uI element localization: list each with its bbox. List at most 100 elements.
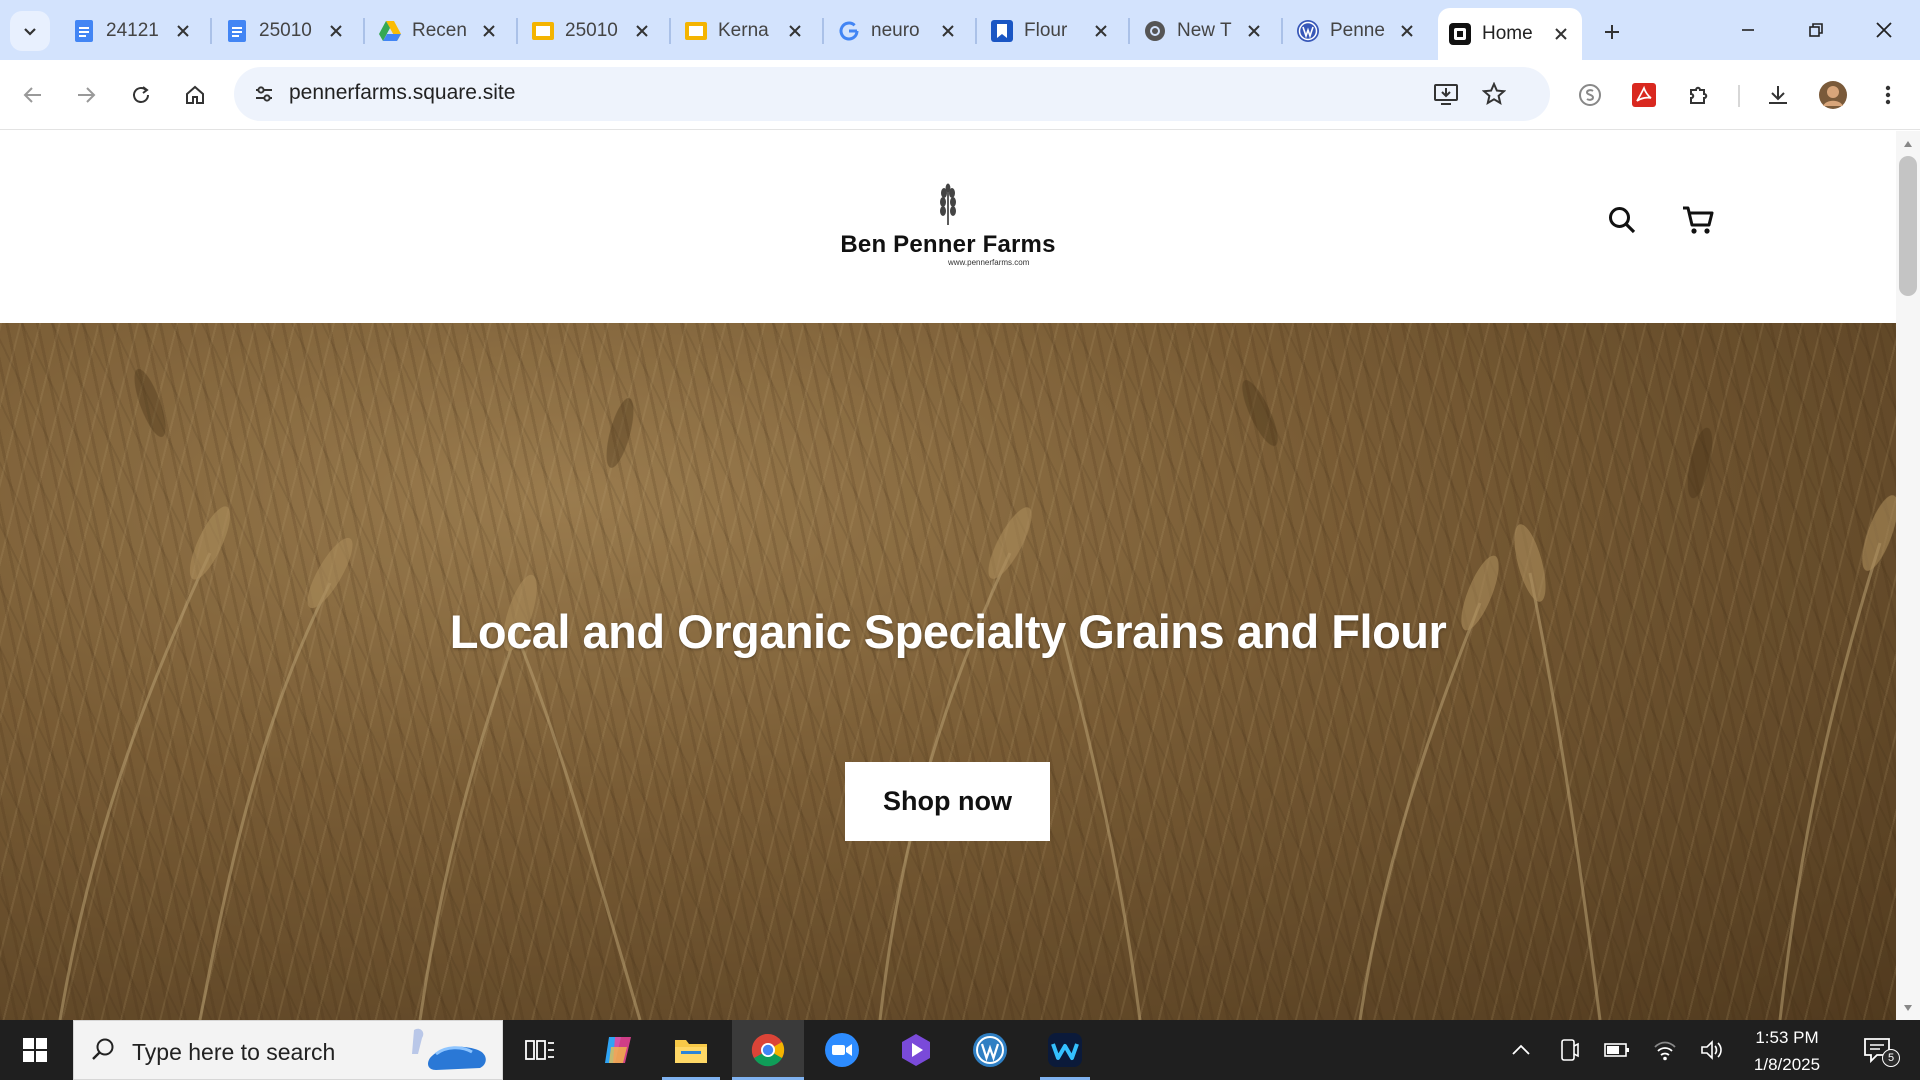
tab-2[interactable]: 25010 — [215, 11, 357, 51]
tab-6[interactable]: neuro — [827, 11, 969, 51]
close-icon[interactable] — [478, 20, 500, 42]
acrobat-extension-button[interactable] — [1624, 75, 1664, 115]
wordpress-taskbar-button[interactable] — [962, 1020, 1018, 1080]
clock-date: 1/8/2025 — [1753, 1055, 1821, 1074]
search-icon — [1609, 207, 1636, 234]
webex-button[interactable] — [1036, 1020, 1094, 1080]
chevron-down-icon — [24, 28, 36, 36]
hero-title: Local and Organic Specialty Grains and F… — [449, 605, 1447, 658]
restore-button[interactable] — [1794, 10, 1838, 50]
tab-8[interactable]: New T — [1133, 11, 1275, 51]
profile-button[interactable] — [1813, 75, 1853, 115]
cart-button[interactable] — [1678, 200, 1718, 240]
site-search-button[interactable] — [1602, 200, 1642, 240]
tab-10-active[interactable]: Home — [1438, 8, 1582, 60]
zoom-button[interactable] — [814, 1020, 870, 1080]
forward-button[interactable] — [66, 75, 106, 115]
tab-title: neuro — [871, 20, 920, 41]
device-icon — [1561, 1039, 1579, 1061]
brand-name: Ben Penner Farms — [840, 231, 1056, 258]
address-bar[interactable]: pennerfarms.square.site — [234, 67, 1550, 121]
hero-overlay — [0, 323, 1896, 1020]
chrome-icon — [751, 1033, 785, 1067]
downloads-button[interactable] — [1758, 75, 1798, 115]
tab-separator — [1128, 18, 1130, 44]
docs-icon — [225, 19, 249, 43]
site-logo[interactable]: Ben Penner Farms www.pennerfarms.com — [838, 183, 1058, 273]
close-icon[interactable] — [784, 20, 806, 42]
chevron-up-icon — [1512, 1044, 1530, 1055]
close-icon[interactable] — [325, 20, 347, 42]
extension-s-button[interactable] — [1570, 75, 1610, 115]
home-icon — [186, 85, 204, 104]
triangle-down-icon — [1904, 1005, 1912, 1011]
tab-4[interactable]: 25010 — [521, 11, 663, 51]
close-icon[interactable] — [631, 20, 653, 42]
scrollbar-thumb[interactable] — [1899, 156, 1917, 296]
tab-separator — [210, 18, 212, 44]
site-info-button[interactable] — [244, 74, 284, 114]
meet-now-button[interactable] — [1554, 1035, 1584, 1065]
close-icon[interactable] — [172, 20, 194, 42]
tab-7[interactable]: Flour — [980, 11, 1122, 51]
scroll-up-arrow[interactable] — [1900, 136, 1916, 152]
scroll-down-arrow[interactable] — [1900, 1000, 1916, 1016]
wheat-logo-icon — [940, 183, 956, 225]
close-icon[interactable] — [1243, 20, 1265, 42]
reload-button[interactable] — [121, 75, 161, 115]
tab-title: 25010 — [565, 20, 618, 41]
show-hidden-icons-button[interactable] — [1506, 1035, 1536, 1065]
task-view-icon — [525, 1040, 554, 1060]
browser-menu-button[interactable] — [1868, 75, 1908, 115]
network-button[interactable] — [1650, 1035, 1680, 1065]
windows-taskbar: Type here to search 1:53 PM 1/8/2025 5 — [0, 1020, 1920, 1080]
webex-icon — [1048, 1033, 1082, 1067]
back-button[interactable] — [13, 75, 53, 115]
chrome-taskbar-button[interactable] — [732, 1020, 804, 1080]
taskbar-search-box[interactable]: Type here to search — [73, 1020, 503, 1080]
close-icon[interactable] — [937, 20, 959, 42]
minimize-button[interactable] — [1726, 10, 1770, 50]
task-view-button[interactable] — [516, 1020, 564, 1080]
tune-icon — [256, 86, 272, 102]
windows-icon — [23, 1038, 47, 1062]
tab-5[interactable]: Kerna — [674, 11, 816, 51]
extensions-button[interactable] — [1679, 75, 1719, 115]
square-icon — [1448, 22, 1472, 46]
slides-icon — [684, 19, 708, 43]
tab-1[interactable]: 24121 — [62, 11, 204, 51]
tab-9[interactable]: Penne — [1286, 11, 1428, 51]
slides-icon — [531, 19, 555, 43]
install-icon — [1434, 84, 1458, 105]
clipchamp-button[interactable] — [888, 1020, 944, 1080]
media-app-icon — [902, 1034, 930, 1066]
start-button[interactable] — [0, 1020, 70, 1080]
install-app-button[interactable] — [1426, 74, 1466, 114]
taskbar-clock[interactable]: 1:53 PM 1/8/2025 — [1742, 1024, 1832, 1078]
close-icon[interactable] — [1396, 20, 1418, 42]
brand-url: www.pennerfarms.com — [948, 258, 1030, 267]
search-placeholder: Type here to search — [132, 1039, 336, 1065]
bookmark-star-button[interactable] — [1474, 74, 1514, 114]
volume-button[interactable] — [1697, 1035, 1727, 1065]
puzzle-icon — [1690, 86, 1708, 104]
home-button[interactable] — [175, 75, 215, 115]
new-tab-button[interactable] — [1596, 16, 1628, 48]
url-text[interactable]: pennerfarms.square.site — [289, 81, 515, 105]
close-icon[interactable] — [1550, 23, 1572, 45]
notifications-button[interactable]: 5 — [1858, 1033, 1900, 1067]
site-header: Ben Penner Farms www.pennerfarms.com — [0, 131, 1896, 323]
battery-button[interactable] — [1602, 1035, 1632, 1065]
copilot-button[interactable] — [590, 1020, 646, 1080]
speaker-icon — [1701, 1040, 1722, 1060]
triangle-up-icon — [1904, 141, 1912, 147]
shop-now-button[interactable]: Shop now — [845, 762, 1050, 841]
chrome-icon — [1143, 19, 1167, 43]
close-window-button[interactable] — [1862, 10, 1906, 50]
close-icon[interactable] — [1090, 20, 1112, 42]
web-page: Ben Penner Farms www.pennerfarms.com Loc… — [0, 131, 1896, 1020]
tab-strip: 24121 25010 Recen 25010 Kerna neuro Flou… — [0, 0, 1920, 60]
tab-search-button[interactable] — [10, 11, 50, 51]
file-explorer-button[interactable] — [662, 1020, 720, 1080]
tab-3[interactable]: Recen — [368, 11, 510, 51]
